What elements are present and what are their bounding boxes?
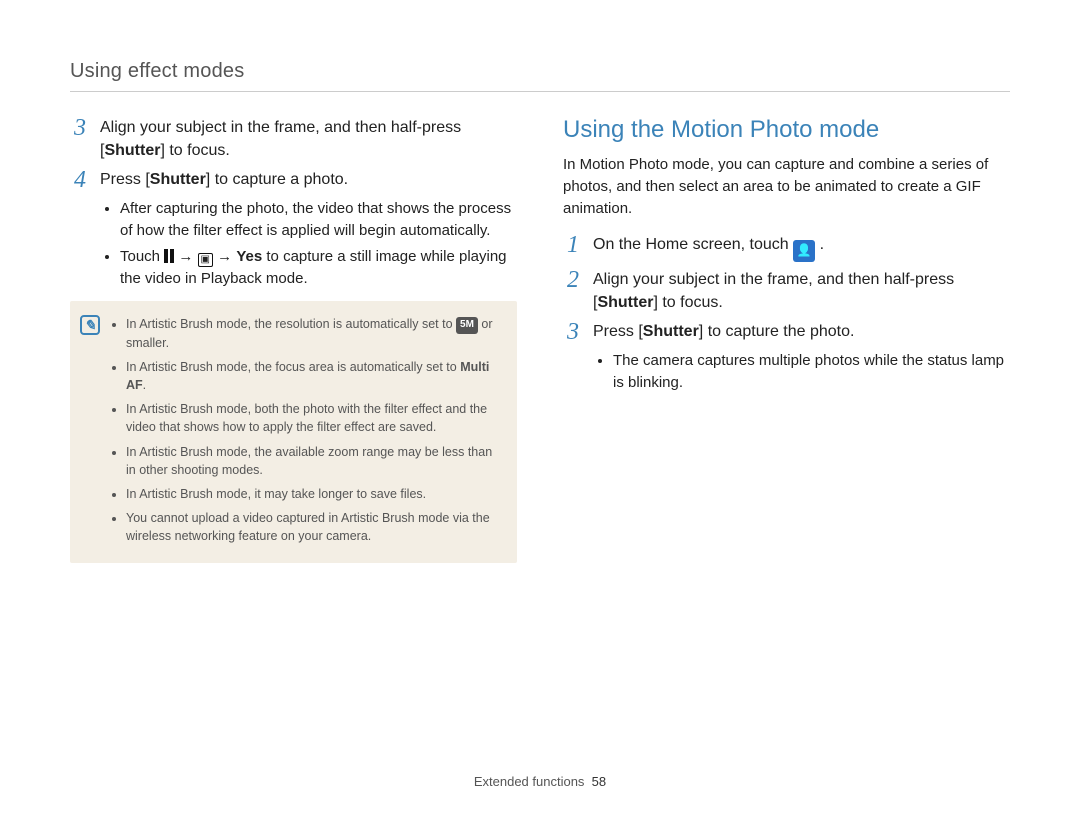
shutter-label: Shutter: [643, 323, 699, 340]
text: ] to focus.: [653, 294, 722, 311]
text: Press [: [593, 323, 643, 340]
text: .: [143, 378, 146, 392]
page-number: 58: [592, 774, 606, 789]
shutter-label: Shutter: [150, 171, 206, 188]
two-column-layout: 3 Align your subject in the frame, and t…: [70, 116, 1010, 563]
text: ] to focus.: [160, 142, 229, 159]
shutter-label: Shutter: [597, 294, 653, 311]
list-item: The camera captures multiple photos whil…: [613, 350, 1010, 394]
note-box: ✎ In Artistic Brush mode, the resolution…: [70, 301, 517, 563]
page-footer: Extended functions 58: [0, 774, 1080, 789]
pause-icon: [164, 249, 174, 263]
step-3: 3 Press [Shutter] to capture the photo.: [563, 320, 1010, 344]
step-4: 4 Press [Shutter] to capture a photo.: [70, 168, 517, 192]
text: →: [178, 248, 197, 265]
page: Using effect modes 3 Align your subject …: [0, 0, 1080, 815]
step-4-sub: After capturing the photo, the video tha…: [100, 198, 517, 289]
bullet-list: The camera captures multiple photos whil…: [593, 350, 1010, 394]
step-number: 1: [563, 233, 583, 262]
text: →: [217, 248, 236, 265]
list-item: In Artistic Brush mode, both the photo w…: [126, 400, 501, 436]
note-icon: ✎: [80, 315, 100, 335]
step-text: On the Home screen, touch .: [593, 233, 824, 262]
list-item: In Artistic Brush mode, it may take long…: [126, 485, 501, 503]
shutter-label: Shutter: [104, 142, 160, 159]
text: In Artistic Brush mode, the focus area i…: [126, 360, 460, 374]
list-item: Touch → ▣ → Yes to capture a still image…: [120, 246, 517, 290]
step-1: 1 On the Home screen, touch .: [563, 233, 1010, 262]
step-text: Align your subject in the frame, and the…: [593, 268, 1010, 314]
right-column: Using the Motion Photo mode In Motion Ph…: [563, 116, 1010, 563]
list-item: In Artistic Brush mode, the resolution i…: [126, 315, 501, 352]
footer-label: Extended functions: [474, 774, 585, 789]
resolution-5m-icon: 5M: [456, 317, 478, 334]
step-number: 3: [563, 320, 583, 344]
note-list: In Artistic Brush mode, the resolution i…: [108, 315, 501, 551]
list-item: After capturing the photo, the video tha…: [120, 198, 517, 242]
step-text: Press [Shutter] to capture a photo.: [100, 168, 348, 192]
step-number: 2: [563, 268, 583, 314]
text: Touch: [120, 248, 164, 265]
mode-heading: Using the Motion Photo mode: [563, 116, 1010, 144]
text: In Artistic Brush mode, the resolution i…: [126, 317, 456, 331]
step-text: Align your subject in the frame, and the…: [100, 116, 517, 162]
text: On the Home screen, touch: [593, 236, 793, 253]
text: .: [820, 236, 824, 253]
step-number: 3: [70, 116, 90, 162]
note-icon-wrap: ✎: [80, 315, 100, 551]
step-2: 2 Align your subject in the frame, and t…: [563, 268, 1010, 314]
list-item: In Artistic Brush mode, the available zo…: [126, 443, 501, 479]
step-text: Press [Shutter] to capture the photo.: [593, 320, 854, 344]
motion-photo-icon: [793, 240, 815, 262]
text: ] to capture a photo.: [206, 171, 348, 188]
list-item: In Artistic Brush mode, the focus area i…: [126, 358, 501, 394]
step-3-sub: The camera captures multiple photos whil…: [593, 350, 1010, 394]
divider: [70, 91, 1010, 92]
left-column: 3 Align your subject in the frame, and t…: [70, 116, 517, 563]
intro-text: In Motion Photo mode, you can capture an…: [563, 154, 1010, 219]
section-title: Using effect modes: [70, 60, 1010, 83]
text: Press [: [100, 171, 150, 188]
bullet-list: After capturing the photo, the video tha…: [100, 198, 517, 289]
step-3: 3 Align your subject in the frame, and t…: [70, 116, 517, 162]
yes-label: Yes: [236, 248, 262, 265]
step-number: 4: [70, 168, 90, 192]
capture-icon: ▣: [198, 253, 213, 267]
text: ] to capture the photo.: [699, 323, 855, 340]
list-item: You cannot upload a video captured in Ar…: [126, 509, 501, 545]
